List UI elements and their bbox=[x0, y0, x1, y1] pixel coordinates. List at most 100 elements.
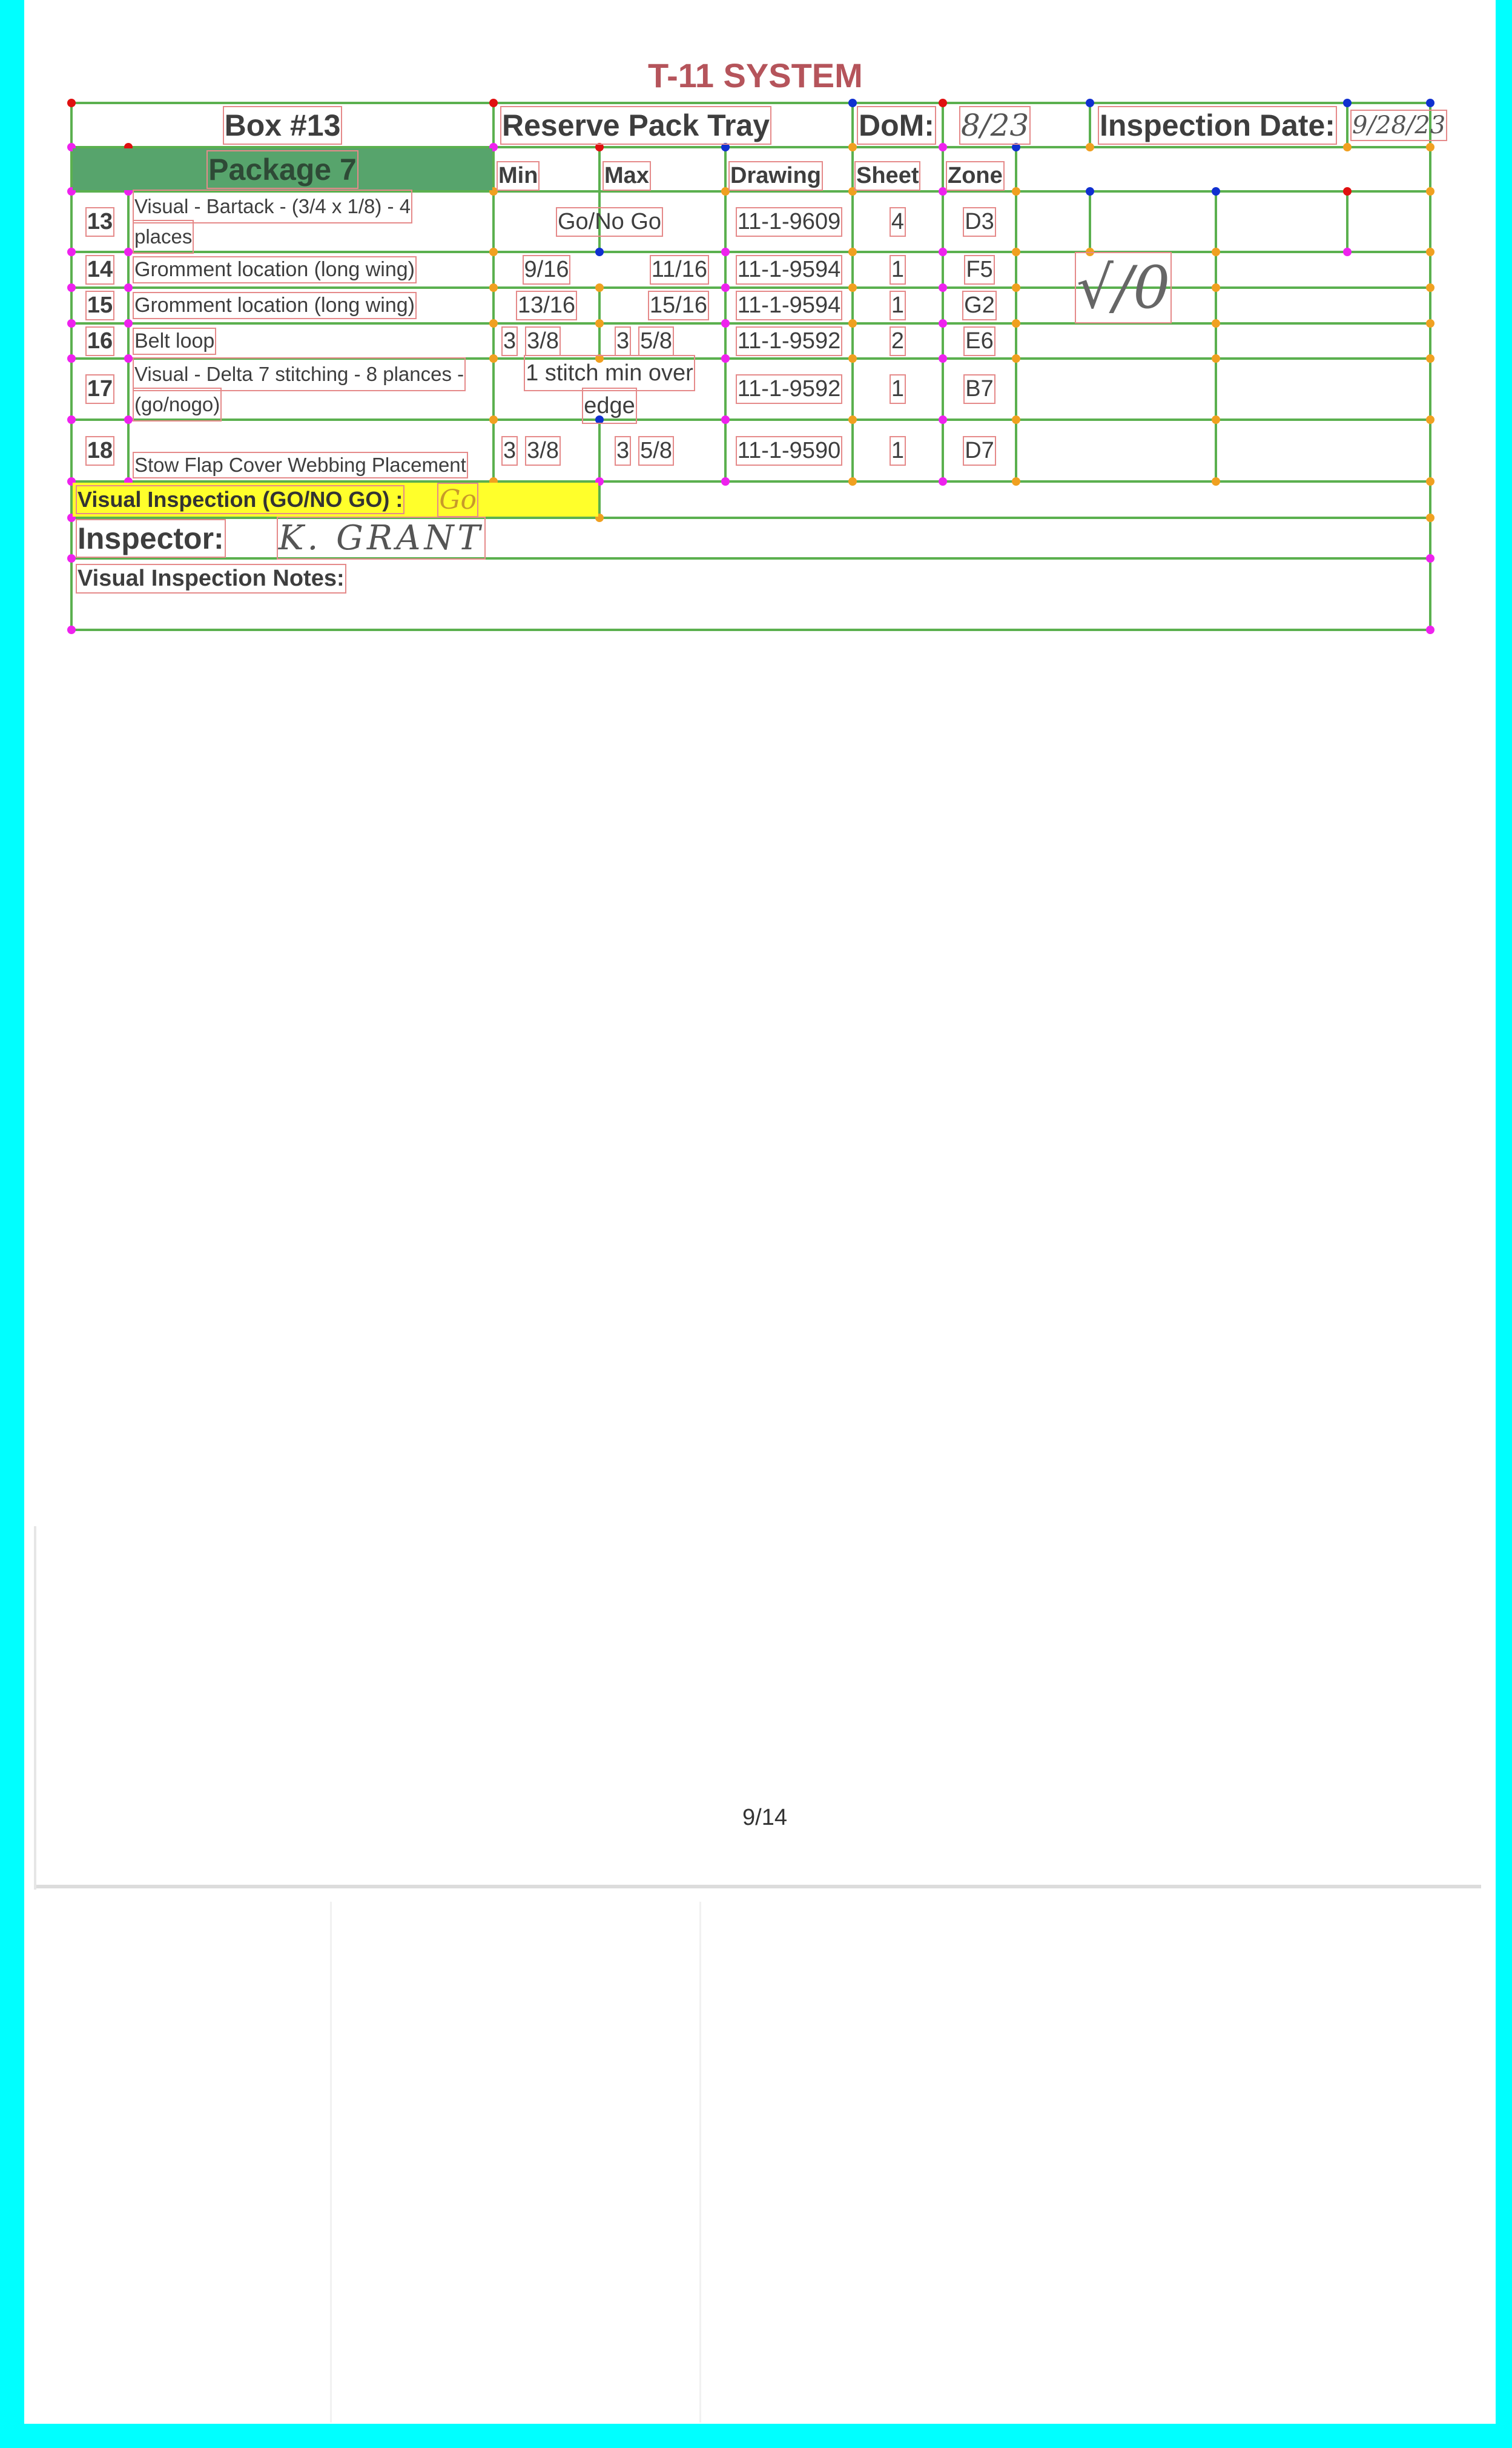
row-18-number-cell: 18 bbox=[71, 420, 128, 481]
page-fold-edge bbox=[34, 1885, 1481, 1888]
sheet-number: 1 bbox=[889, 255, 906, 285]
zone-code: D7 bbox=[963, 435, 996, 466]
row-description: Gromment location (long wing) bbox=[133, 256, 417, 283]
min-whole: 3 bbox=[501, 435, 518, 466]
row-18-min-cell: 3 3/8 bbox=[494, 420, 599, 481]
item-name-cell: Reserve Pack Tray bbox=[494, 103, 853, 147]
row-13-zone-cell: D3 bbox=[943, 191, 1016, 252]
row-15-max-cell: 15/16 bbox=[599, 288, 725, 323]
drawing-number: 11-1-9592 bbox=[735, 374, 843, 404]
row-description-line1: Visual - Bartack - (3/4 x 1/8) - 4 bbox=[132, 190, 413, 223]
drawing-header: Drawing bbox=[725, 147, 853, 191]
row-15-sheet-cell: 1 bbox=[853, 288, 943, 323]
sheet-number: 4 bbox=[889, 207, 906, 237]
row-14-number-cell: 14 bbox=[71, 252, 128, 288]
scan-shadow-right bbox=[699, 1902, 701, 2423]
row-17-drawing-cell: 11-1-9592 bbox=[725, 359, 853, 420]
box-number: Box #13 bbox=[222, 105, 343, 145]
inspection-date-value-cell: 9/28/23 bbox=[1347, 103, 1448, 147]
row-16-zone-cell: E6 bbox=[943, 323, 1016, 359]
row-number: 15 bbox=[85, 291, 115, 320]
row-15-drawing-cell: 11-1-9594 bbox=[725, 288, 853, 323]
row-16-max-cell: 3 5/8 bbox=[599, 323, 725, 359]
page-side-edge bbox=[34, 1526, 36, 1890]
sheet-number: 1 bbox=[889, 435, 906, 466]
row-15-description-cell: Gromment location (long wing) bbox=[128, 288, 494, 323]
zone-header-label: Zone bbox=[946, 161, 1005, 191]
zone-header: Zone bbox=[943, 147, 1016, 191]
row-17-number-cell: 17 bbox=[71, 359, 128, 420]
row-description-line2: (go/nogo) bbox=[132, 387, 222, 422]
drawing-number: 11-1-9609 bbox=[735, 207, 843, 237]
row-18-max-cell: 3 5/8 bbox=[599, 420, 725, 481]
sheet-header-label: Sheet bbox=[854, 161, 921, 191]
package-header-cell: Package 7 bbox=[73, 148, 492, 190]
zone-code: D3 bbox=[963, 207, 996, 237]
max-fraction: 5/8 bbox=[638, 435, 674, 466]
row-15-min-cell: 13/16 bbox=[494, 288, 599, 323]
handwritten-check-mark: √/0 bbox=[1057, 248, 1190, 327]
max-whole: 3 bbox=[614, 326, 632, 356]
min-value: 9/16 bbox=[522, 255, 571, 285]
max-whole: 3 bbox=[614, 435, 632, 466]
box-number-cell: Box #13 bbox=[71, 103, 494, 147]
max-header-label: Max bbox=[602, 161, 651, 191]
row-13-range-cell: Go/No Go bbox=[494, 191, 725, 252]
row-14-sheet-cell: 1 bbox=[853, 252, 943, 288]
drawing-number: 11-1-9594 bbox=[735, 291, 843, 320]
inspection-date-value: 9/28/23 bbox=[1350, 109, 1448, 141]
row-14-zone-cell: F5 bbox=[943, 252, 1016, 288]
sheet-header: Sheet bbox=[853, 147, 943, 191]
row-17-range-cell: 1 stitch min over edge bbox=[494, 354, 725, 424]
min-header-label: Min bbox=[496, 161, 540, 191]
dom-value: 8/23 bbox=[959, 105, 1031, 145]
row-number: 13 bbox=[85, 207, 115, 237]
row-18-zone-cell: D7 bbox=[943, 420, 1016, 481]
min-whole: 3 bbox=[501, 326, 518, 356]
inspector-signature: K. GRANT bbox=[276, 517, 486, 560]
row-description-line1: Visual - Delta 7 stitching - 8 plances - bbox=[132, 357, 466, 391]
row-14-drawing-cell: 11-1-9594 bbox=[725, 252, 853, 288]
row-13-description-cell: Visual - Bartack - (3/4 x 1/8) - 4 place… bbox=[128, 190, 494, 254]
row-15-number-cell: 15 bbox=[71, 288, 128, 323]
inspector-cell: Inspector: K. GRANT bbox=[71, 517, 1430, 560]
row-18-drawing-cell: 11-1-9590 bbox=[725, 420, 853, 481]
visual-inspection-label: Visual Inspection (GO/NO GO) : bbox=[75, 485, 405, 514]
row-description: Gromment location (long wing) bbox=[133, 292, 417, 319]
row-13-drawing-cell: 11-1-9609 bbox=[725, 191, 853, 252]
row-17-zone-cell: B7 bbox=[943, 359, 1016, 420]
zone-code: E6 bbox=[963, 326, 995, 356]
notes-label: Visual Inspection Notes: bbox=[76, 564, 346, 594]
range-line1: 1 stitch min over bbox=[524, 354, 695, 391]
row-15-zone-cell: G2 bbox=[943, 288, 1016, 323]
drawing-number: 11-1-9594 bbox=[735, 255, 843, 285]
row-number: 16 bbox=[85, 326, 115, 356]
min-header: Min bbox=[494, 147, 599, 191]
inspector-label: Inspector: bbox=[76, 518, 226, 558]
min-fraction: 3/8 bbox=[525, 326, 561, 356]
dom-value-cell: 8/23 bbox=[943, 103, 1090, 147]
dom-label: DoM: bbox=[857, 105, 936, 145]
row-14-description-cell: Gromment location (long wing) bbox=[128, 252, 494, 288]
sheet-number: 2 bbox=[889, 326, 906, 356]
row-number: 17 bbox=[85, 374, 115, 404]
max-header: Max bbox=[599, 147, 725, 191]
row-16-drawing-cell: 11-1-9592 bbox=[725, 323, 853, 359]
row-number: 18 bbox=[85, 435, 115, 466]
max-value: 15/16 bbox=[647, 291, 710, 320]
drawing-number: 11-1-9592 bbox=[735, 326, 843, 356]
row-description: Belt loop bbox=[132, 327, 217, 355]
visual-inspection-value: Go bbox=[437, 482, 479, 517]
row-16-number-cell: 16 bbox=[71, 323, 128, 359]
range-line2: edge bbox=[582, 387, 637, 424]
drawing-number: 11-1-9590 bbox=[735, 435, 843, 466]
row-16-min-cell: 3 3/8 bbox=[494, 323, 599, 359]
notes-cell: Visual Inspection Notes: bbox=[71, 558, 1430, 630]
row-14-max-cell: 11/16 bbox=[599, 252, 725, 288]
min-fraction: 3/8 bbox=[525, 435, 561, 466]
go-no-go-range: Go/No Go bbox=[555, 207, 664, 237]
row-17-description-cell: Visual - Delta 7 stitching - 8 plances -… bbox=[128, 357, 494, 422]
check-mark-text: √/0 bbox=[1074, 252, 1172, 323]
sheet-number: 1 bbox=[889, 291, 906, 320]
row-description-line2: places bbox=[132, 220, 194, 254]
